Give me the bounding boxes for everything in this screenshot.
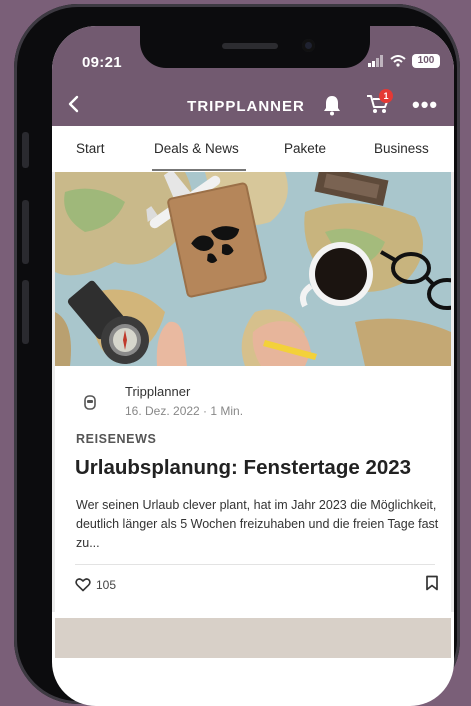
post-date: 16. Dez. 2022 · 1 Min. (125, 404, 244, 418)
category-tabs: Start Deals & News Pakete Business (52, 126, 454, 173)
camera-notch (140, 26, 370, 68)
next-post-card[interactable] (55, 618, 451, 658)
heart-icon (75, 578, 91, 592)
travel-map-photo (55, 172, 451, 366)
author-avatar[interactable] (75, 388, 105, 418)
post-title[interactable]: Urlaubsplanung: Fenstertage 2023 (75, 456, 445, 480)
author-icon (84, 395, 96, 410)
volume-down-button (22, 280, 29, 344)
nav-bar: TRIPPLANNER 1 ••• (52, 89, 454, 124)
status-indicators: 100 (368, 54, 440, 68)
volume-up-button (22, 200, 29, 264)
post-excerpt: Wer seinen Urlaub clever plant, hat im J… (76, 498, 439, 550)
like-count: 105 (96, 577, 117, 592)
signal-icon (368, 55, 383, 67)
camera-lens (302, 39, 315, 52)
cart-button[interactable]: 1 (366, 89, 393, 120)
active-tab-indicator (152, 169, 246, 171)
post-hero-image[interactable] (55, 172, 451, 366)
tab-pakete[interactable]: Pakete (284, 141, 326, 156)
like-button[interactable]: 105 (75, 577, 116, 592)
phone-frame: 09:21 100 TRIPPLANNER 1 ••• Start Deals … (14, 4, 460, 706)
bell-icon[interactable] (322, 94, 342, 116)
tab-deals-news[interactable]: Deals & News (154, 141, 239, 156)
speaker-grille (222, 43, 278, 49)
app-header: 09:21 100 TRIPPLANNER 1 ••• (52, 26, 454, 126)
tab-business[interactable]: Business (374, 141, 429, 156)
card-divider (75, 564, 435, 565)
wifi-icon (390, 55, 406, 67)
status-time: 09:21 (82, 54, 122, 71)
author-name[interactable]: Tripplanner (125, 384, 190, 399)
post-card[interactable]: Tripplanner 16. Dez. 2022 · 1 Min. REISE… (55, 172, 451, 612)
tab-start[interactable]: Start (76, 141, 105, 156)
cart-badge: 1 (379, 89, 393, 103)
battery-indicator: 100 (412, 54, 440, 68)
post-category: REISENEWS (76, 432, 157, 446)
more-icon[interactable]: ••• (412, 92, 438, 118)
feed: Tripplanner 16. Dez. 2022 · 1 Min. REISE… (52, 172, 454, 658)
mute-switch (22, 132, 29, 168)
bookmark-icon[interactable] (425, 575, 439, 591)
phone-screen: 09:21 100 TRIPPLANNER 1 ••• Start Deals … (52, 26, 454, 706)
